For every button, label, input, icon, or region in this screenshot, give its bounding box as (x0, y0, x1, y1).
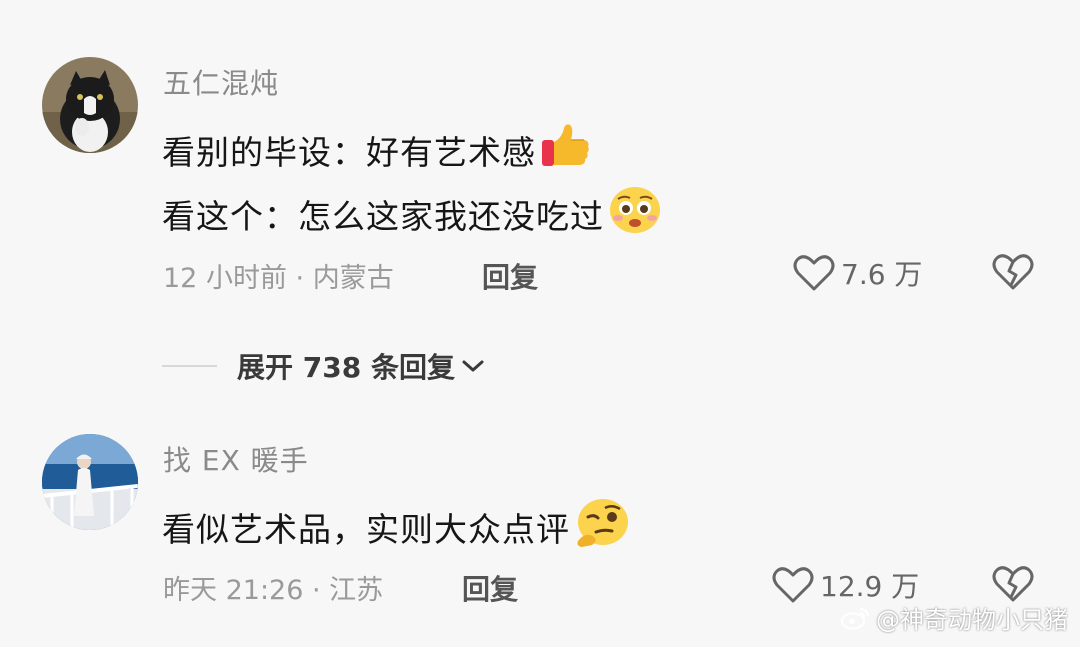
meta-separator: · (312, 575, 330, 606)
girl-on-boat-avatar-image (42, 434, 138, 530)
like-count: 12.9 万 (820, 570, 920, 603)
like-button[interactable]: 7.6 万 (793, 253, 922, 293)
like-count: 7.6 万 (841, 258, 923, 291)
thinking-wink-face-icon (574, 497, 630, 557)
divider (162, 365, 217, 367)
like-button[interactable]: 12.9 万 (772, 565, 919, 605)
timestamp: 12 小时前 (163, 263, 287, 294)
weibo-logo-icon (841, 607, 869, 629)
location: 内蒙古 (312, 263, 394, 294)
reply-button[interactable]: 回复 (482, 256, 538, 296)
username[interactable]: 找 EX 暖手 (163, 439, 309, 479)
heart-icon (772, 567, 814, 603)
comment-text-line: 看别的毕设：好有艺术感 (162, 122, 592, 178)
cat-avatar-image (42, 57, 138, 153)
dislike-button[interactable] (992, 253, 1034, 295)
location: 江苏 (329, 575, 384, 606)
expand-replies-label: 展开 738 条回复 (237, 351, 455, 384)
comment-text-line: 看这个：怎么这家我还没吃过 (162, 185, 662, 243)
username[interactable]: 五仁混炖 (163, 62, 279, 102)
avatar[interactable] (42, 57, 138, 153)
meta-separator: · (295, 263, 313, 294)
thumbs-up-icon (540, 122, 592, 178)
comment-meta: 12 小时前 · 内蒙古 (163, 256, 394, 295)
heart-icon (793, 255, 835, 291)
expand-replies-button[interactable]: 展开 738 条回复 (162, 346, 485, 386)
timestamp: 昨天 21:26 (163, 575, 304, 606)
pleading-face-icon (608, 185, 662, 243)
broken-heart-icon (992, 254, 1034, 290)
comment-text: 看这个：怎么这家我还没吃过 (162, 197, 604, 236)
comment-text: 看别的毕设：好有艺术感 (162, 133, 536, 172)
watermark-text: @神奇动物小只猪 (876, 606, 1068, 634)
watermark: @神奇动物小只猪 (840, 600, 1068, 635)
broken-heart-icon (992, 566, 1034, 602)
avatar[interactable] (42, 434, 138, 530)
reply-button[interactable]: 回复 (462, 568, 518, 608)
comment-meta: 昨天 21:26 · 江苏 (163, 568, 383, 607)
chevron-down-icon (462, 360, 484, 372)
comment-text: 看似艺术品，实则大众点评 (162, 510, 570, 549)
comment-text-line: 看似艺术品，实则大众点评 (162, 497, 630, 557)
